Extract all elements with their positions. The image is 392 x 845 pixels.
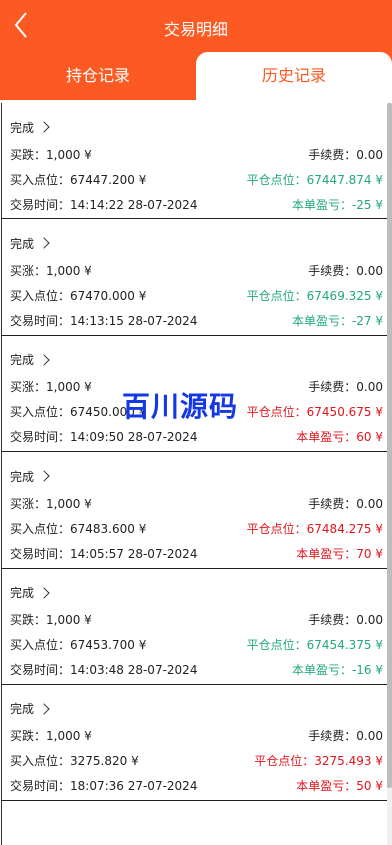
record-row-amount: 买跌：1,000 ¥ 手续费：0.00 (10, 727, 383, 745)
record-trade-time: 交易时间：14:05:57 28-07-2024 (10, 546, 198, 561)
record-row-prices: 买入点位：67483.600 ¥ 平仓点位：67484.275 ¥ (10, 519, 383, 537)
record-row-prices: 买入点位：67470.000 ¥ 平仓点位：67469.325 ¥ (10, 286, 383, 304)
page-title: 交易明细 (163, 20, 228, 39)
chevron-right-icon (38, 237, 50, 250)
record-status-label: 完成 (10, 702, 35, 717)
trade-record-card[interactable]: 完成买涨：1,000 ¥ 手续费：0.00 买入点位：67483.600 ¥ 平仓点位… (2, 452, 390, 569)
record-pnl: 本单盈亏：-27 ¥ (291, 313, 383, 328)
trade-record-card[interactable]: 完成买跌：1,000 ¥ 手续费：0.00 买入点位：67453.700 ¥ 平仓点位… (2, 569, 390, 685)
watermark-text: 百川源码 (122, 390, 239, 423)
record-row-amount: 买跌：1,000 ¥ 手续费：0.00 (10, 611, 383, 629)
record-status-label: 完成 (10, 469, 35, 484)
record-open-price: 买入点位：67447.200 ¥ (10, 172, 147, 187)
record-close-price: 平仓点位：67469.325 ¥ (246, 288, 383, 303)
record-trade-time: 交易时间：14:03:48 28-07-2024 (10, 663, 198, 678)
record-status-label: 完成 (10, 586, 35, 601)
record-row-prices: 买入点位：67447.200 ¥ 平仓点位：67447.874 ¥ (10, 170, 383, 188)
record-open-price: 买入点位：67483.600 ¥ (10, 521, 147, 536)
record-status-label: 完成 (10, 353, 35, 368)
trade-record-card[interactable]: 完成买涨：1,000 ¥ 手续费：0.00 买入点位：67470.000 ¥ 平仓点位… (2, 219, 390, 336)
record-side-amount: 买跌：1,000 ¥ (10, 147, 92, 162)
tab-holding-records[interactable]: 持仓记录 (0, 52, 196, 100)
chevron-right-icon (38, 354, 50, 366)
record-trade-time: 交易时间：14:14:22 28-07-2024 (10, 197, 198, 212)
record-fee: 手续费：0.00 (308, 496, 383, 511)
record-row-amount: 买涨：1,000 ¥ 手续费：0.00 (10, 494, 383, 512)
record-row-time: 交易时间：18:07:36 27-07-2024 本单盈亏：50 ¥ (10, 777, 383, 795)
record-pnl: 本单盈亏：50 ¥ (296, 779, 383, 794)
chevron-right-icon (38, 586, 50, 599)
record-open-price: 买入点位：67453.700 ¥ (10, 638, 147, 653)
record-fee: 手续费：0.00 (308, 263, 383, 278)
trade-record-card[interactable]: 完成买跌：1,000 ¥ 手续费：0.00 买入点位：3275.820 ¥ 平仓点位：… (2, 685, 390, 802)
record-trade-time: 交易时间：18:07:36 27-07-2024 (10, 779, 198, 794)
record-row-time: 交易时间：14:03:48 28-07-2024 本单盈亏：-16 ¥ (10, 661, 383, 679)
record-close-price: 平仓点位：67484.275 ¥ (246, 521, 383, 536)
record-status-label: 完成 (10, 120, 35, 135)
chevron-right-icon (38, 470, 50, 482)
app-header: 交易明细 持仓记录 历史记录 (0, 0, 392, 100)
record-status-label: 完成 (10, 236, 35, 251)
record-close-price: 平仓点位：3275.493 ¥ (254, 754, 383, 769)
record-row-amount: 买涨：1,000 ¥ 手续费：0.00 (10, 261, 383, 279)
record-row-prices: 买入点位：3275.820 ¥ 平仓点位：3275.493 ¥ (10, 752, 383, 770)
record-status-link[interactable]: 完成 (10, 117, 50, 137)
record-pnl: 本单盈亏：60 ¥ (296, 430, 383, 445)
record-close-price: 平仓点位：67450.675 ¥ (246, 405, 383, 420)
record-row-time: 交易时间：14:05:57 28-07-2024 本单盈亏：70 ¥ (10, 544, 383, 562)
record-trade-time: 交易时间：14:09:50 28-07-2024 (10, 430, 198, 445)
record-row-amount: 买跌：1,000 ¥ 手续费：0.00 (10, 145, 383, 163)
history-record-list[interactable]: 完成 买跌：1,000 ¥ 手续费：0.00 买入点位：67447.200 ¥ 平仓点位… (1, 103, 390, 845)
record-side-amount: 买跌：1,000 ¥ (10, 729, 92, 744)
record-side-amount: 买跌：1,000 ¥ (10, 613, 92, 628)
trade-record-card[interactable]: 完成买跌：1,000 ¥ 手续费：0.00 买入点位：67447.200 ¥ 平仓点位… (2, 103, 390, 220)
scrollbar-thumb[interactable] (387, 103, 392, 788)
record-status-link[interactable]: 完成 (10, 466, 50, 486)
record-close-price: 平仓点位：67447.874 ¥ (246, 172, 383, 187)
record-side-amount: 买涨：1,000 ¥ (10, 380, 92, 395)
record-fee: 手续费：0.00 (308, 613, 383, 628)
record-fee: 手续费：0.00 (308, 380, 383, 395)
record-trade-time: 交易时间：14:13:15 28-07-2024 (10, 313, 198, 328)
record-status-link[interactable]: 完成 (10, 233, 50, 253)
record-side-amount: 买涨：1,000 ¥ (10, 496, 92, 511)
record-status-link[interactable]: 完成 (10, 699, 50, 719)
record-status-link[interactable]: 完成 (10, 583, 50, 603)
chevron-right-icon (38, 121, 50, 133)
chevron-right-icon (38, 703, 50, 715)
record-pnl: 本单盈亏：-25 ¥ (291, 197, 383, 212)
record-open-price: 买入点位：67470.000 ¥ (10, 288, 147, 303)
record-close-price: 平仓点位：67454.375 ¥ (246, 638, 383, 653)
record-row-time: 交易时间：14:13:15 28-07-2024 本单盈亏：-27 ¥ (10, 311, 383, 329)
record-pnl: 本单盈亏：-16 ¥ (291, 663, 383, 678)
record-status-link[interactable]: 完成 (10, 350, 50, 370)
record-row-prices: 买入点位：67453.700 ¥ 平仓点位：67454.375 ¥ (10, 636, 383, 654)
record-side-amount: 买涨：1,000 ¥ (10, 263, 92, 278)
record-fee: 手续费：0.00 (308, 729, 383, 744)
record-open-price: 买入点位：3275.820 ¥ (10, 754, 139, 769)
record-row-time: 交易时间：14:09:50 28-07-2024 本单盈亏：60 ¥ (10, 428, 383, 446)
record-pnl: 本单盈亏：70 ¥ (296, 546, 383, 561)
record-row-time: 交易时间：14:14:22 28-07-2024 本单盈亏：-25 ¥ (10, 195, 383, 213)
record-fee: 手续费：0.00 (308, 147, 383, 162)
tab-history-records[interactable]: 历史记录 (196, 52, 392, 100)
